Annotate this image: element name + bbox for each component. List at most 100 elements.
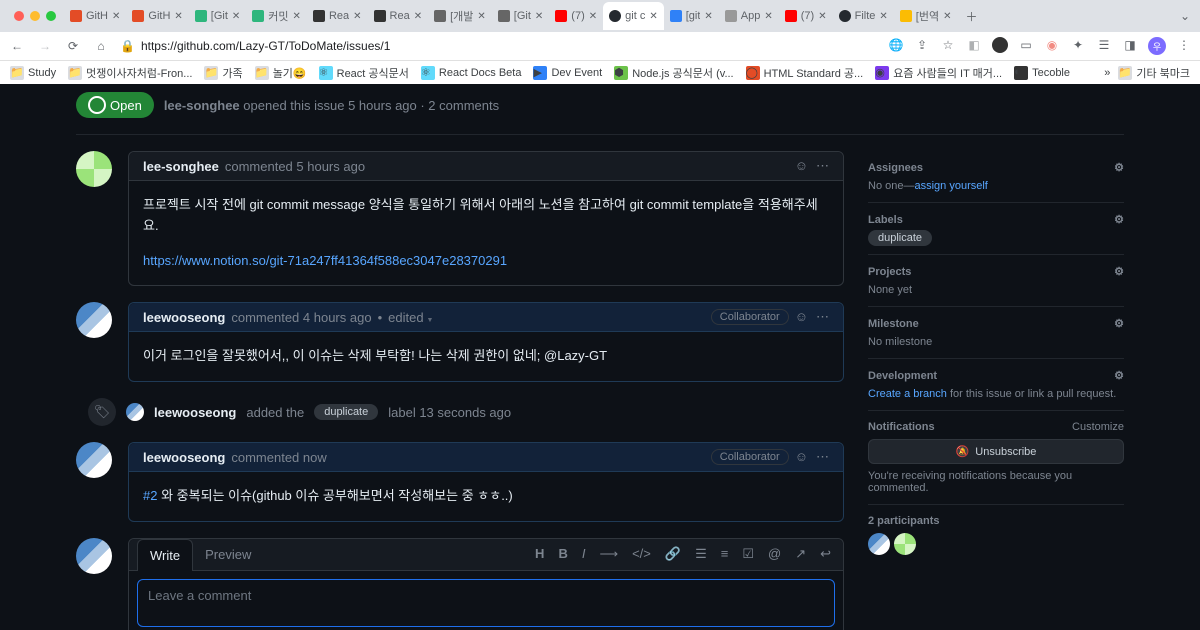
participant-avatar[interactable] [868,533,890,555]
browser-tab[interactable]: (7)✕ [779,2,833,30]
ul-icon[interactable]: ☰ [695,546,707,562]
close-icon[interactable]: ✕ [353,11,361,22]
share-icon[interactable]: ⇪ [914,37,930,53]
extension-icon[interactable]: ▭ [1018,37,1034,53]
gear-icon[interactable]: ⚙ [1114,213,1124,226]
bookmark-item[interactable]: 📁가족 [204,65,242,81]
comment-textarea[interactable] [137,579,835,627]
new-tab-button[interactable]: ＋ [957,8,985,25]
avatar[interactable] [76,302,112,338]
bookmark-item[interactable]: 📁기타 북마크 [1118,65,1190,81]
bookmark-item[interactable]: ◉요즘 사람들의 IT 매거... [875,65,1002,81]
notion-link[interactable]: https://www.notion.so/git-71a247ff41364f… [143,253,507,268]
quote-icon[interactable]: ⟶ [599,546,618,562]
gear-icon[interactable]: ⚙ [1114,369,1124,382]
tasklist-icon[interactable]: ☑ [742,546,754,562]
url-field[interactable]: 🔒 https://github.com/Lazy-GT/ToDoMate/is… [120,39,878,53]
browser-tab[interactable]: Rea✕ [307,2,368,30]
extension-icon[interactable]: ◉ [1044,37,1060,53]
minimize-window[interactable] [30,11,40,21]
browser-tab[interactable]: 커밋✕ [246,2,307,30]
kebab-icon[interactable]: ⋯ [816,158,829,174]
react-icon[interactable]: ☺ [795,309,808,325]
close-icon[interactable]: ✕ [649,11,657,22]
browser-tab[interactable]: git c✕ [603,2,664,30]
close-icon[interactable]: ✕ [293,11,301,22]
close-icon[interactable]: ✕ [477,11,485,22]
close-icon[interactable]: ✕ [232,11,240,22]
bookmark-item[interactable]: ▶Dev Event [533,66,602,80]
close-icon[interactable]: ✕ [943,11,951,22]
bookmarks-overflow[interactable]: » [1104,67,1110,79]
label-pill[interactable]: duplicate [314,404,378,420]
browser-tab[interactable]: [개발✕ [428,2,492,30]
close-icon[interactable]: ✕ [112,11,120,22]
browser-tab[interactable]: [번역✕ [894,2,958,30]
link-icon[interactable]: 🔗 [665,546,681,562]
side-panel-icon[interactable]: ◨ [1122,37,1138,53]
forward-button[interactable]: → [36,37,54,55]
ol-icon[interactable]: ≡ [721,546,729,562]
close-icon[interactable]: ✕ [818,11,826,22]
kebab-icon[interactable]: ⋯ [816,449,829,465]
react-icon[interactable]: ☺ [795,158,808,174]
profile-avatar[interactable]: 우 [1148,37,1166,55]
comment-author[interactable]: lee-songhee [143,159,219,174]
tab-write[interactable]: Write [137,539,193,571]
bookmark-item[interactable]: 📁멋쟁이사자처럼-Fron... [68,65,192,81]
participant-avatar[interactable] [894,533,916,555]
avatar[interactable] [76,151,112,187]
bookmark-item[interactable]: ⚛React 공식문서 [319,65,409,81]
bookmark-item[interactable]: ⚛React Docs Beta [421,66,522,80]
home-button[interactable]: ⌂ [92,37,110,55]
avatar[interactable] [76,538,112,574]
italic-icon[interactable]: I [582,546,586,562]
close-icon[interactable]: ✕ [704,11,712,22]
unsubscribe-button[interactable]: 🔕Unsubscribe [868,439,1124,464]
bookmark-icon[interactable]: ☆ [940,37,956,53]
bookmark-item[interactable]: 📁Study [10,66,56,80]
maximize-window[interactable] [46,11,56,21]
avatar[interactable] [126,403,144,421]
extension-icon[interactable] [992,37,1008,53]
reading-list-icon[interactable]: ☰ [1096,37,1112,53]
customize-link[interactable]: Customize [1072,421,1124,433]
extension-icon[interactable]: ◧ [966,37,982,53]
close-icon[interactable]: ✕ [879,11,887,22]
translate-icon[interactable]: 🌐 [888,37,904,53]
browser-tab[interactable]: App✕ [719,2,779,30]
browser-tab[interactable]: [Git✕ [492,2,550,30]
close-window[interactable] [14,11,24,21]
browser-tab[interactable]: GitH✕ [126,2,188,30]
reply-icon[interactable]: ↩ [820,546,831,562]
gear-icon[interactable]: ⚙ [1114,265,1124,278]
crossref-icon[interactable]: ↗ [795,546,806,562]
tab-preview[interactable]: Preview [193,539,263,570]
create-branch-link[interactable]: Create a branch [868,388,947,400]
close-icon[interactable]: ✕ [414,11,422,22]
browser-tab[interactable]: Filte✕ [833,2,894,30]
browser-tab[interactable]: (7)✕ [549,2,603,30]
label-pill[interactable]: duplicate [868,230,932,246]
browser-tab[interactable]: Rea✕ [368,2,429,30]
assign-yourself-link[interactable]: assign yourself [914,180,987,192]
extensions-menu-icon[interactable]: ✦ [1070,37,1086,53]
back-button[interactable]: ← [8,37,26,55]
close-icon[interactable]: ✕ [174,11,182,22]
edited-indicator[interactable]: edited [388,310,433,325]
bookmark-item[interactable]: ⬢Node.js 공식문서 (v... [614,65,733,81]
avatar[interactable] [76,442,112,478]
gear-icon[interactable]: ⚙ [1114,317,1124,330]
kebab-menu-icon[interactable]: ⋮ [1176,37,1192,53]
browser-tab[interactable]: [git✕ [664,2,719,30]
browser-tab[interactable]: GitH✕ [64,2,126,30]
close-icon[interactable]: ✕ [764,11,772,22]
comment-author[interactable]: leewooseong [143,310,225,325]
reload-button[interactable]: ⟳ [64,37,82,55]
browser-tab[interactable]: [Git✕ [189,2,247,30]
kebab-icon[interactable]: ⋯ [816,309,829,325]
react-icon[interactable]: ☺ [795,449,808,465]
heading-icon[interactable]: H [535,546,544,562]
gear-icon[interactable]: ⚙ [1114,161,1124,174]
bookmark-item[interactable]: 📁놀기😄 [255,65,307,81]
